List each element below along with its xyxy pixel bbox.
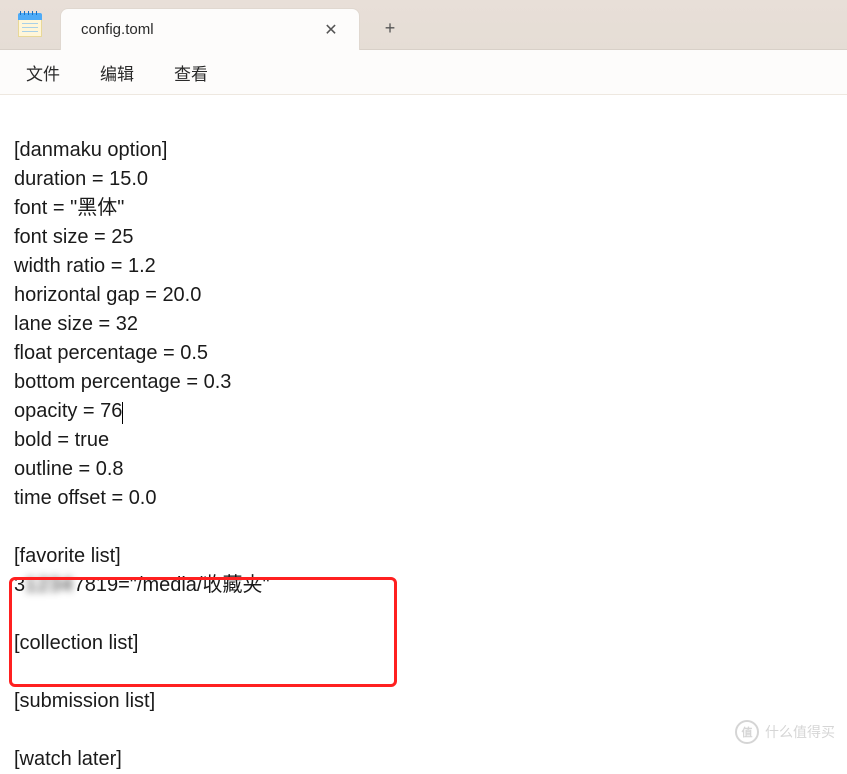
new-tab-button[interactable]: + (368, 7, 412, 49)
content-area: [danmaku option]duration = 15.0font = "黑… (0, 95, 847, 756)
app-icon-area (0, 0, 60, 49)
tab-title: config.toml (81, 21, 307, 38)
watermark-icon: 值 (735, 720, 759, 744)
watermark-text: 什么值得买 (765, 722, 835, 742)
text-editor[interactable]: [danmaku option]duration = 15.0font = "黑… (14, 107, 833, 774)
close-icon[interactable]: ✕ (319, 18, 343, 42)
menu-edit[interactable]: 编辑 (80, 52, 154, 93)
file-tab[interactable]: config.toml ✕ (60, 8, 360, 50)
notepad-icon (18, 13, 42, 37)
menubar: 文件 编辑 查看 (0, 50, 847, 95)
tab-area: config.toml ✕ + (60, 0, 847, 49)
menu-view[interactable]: 查看 (154, 52, 228, 93)
watermark: 值 什么值得买 (735, 720, 835, 744)
titlebar: config.toml ✕ + (0, 0, 847, 50)
menu-file[interactable]: 文件 (6, 52, 80, 93)
